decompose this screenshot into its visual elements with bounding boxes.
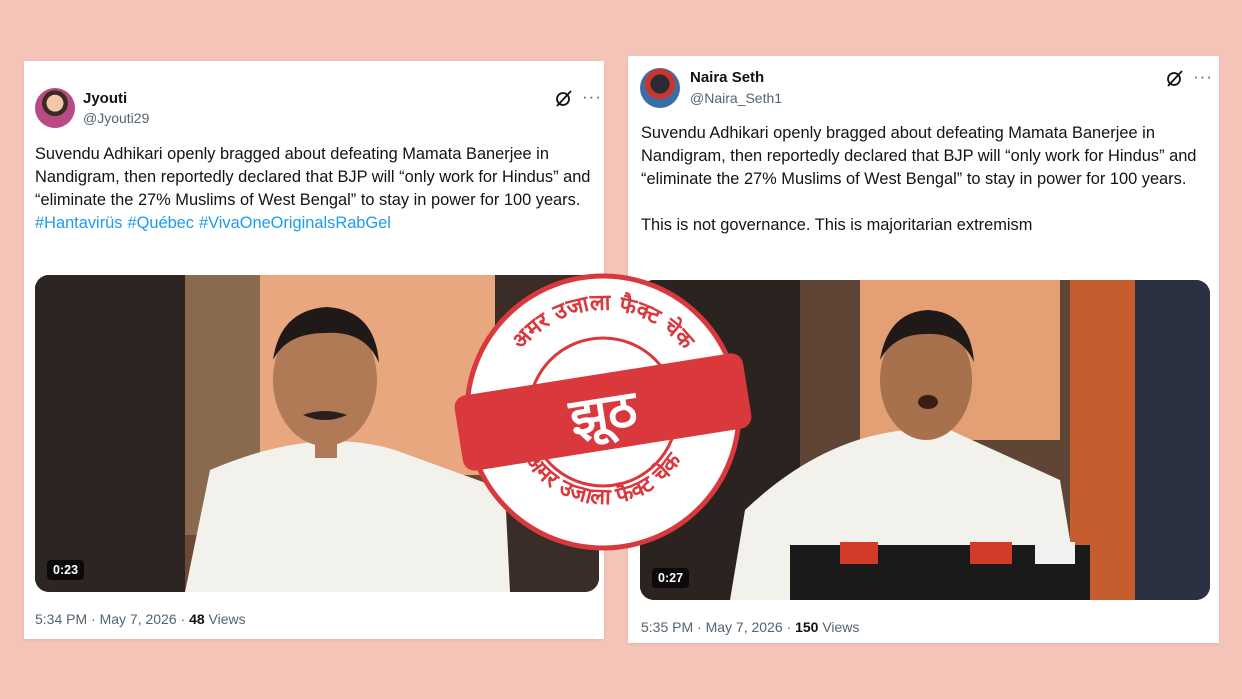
timestamp[interactable]: 5:35 PM · May 7, 2026 ·: [641, 619, 791, 635]
video-duration: 0:23: [47, 560, 85, 580]
author-handle[interactable]: @Jyouti29: [83, 110, 149, 126]
grok-icon[interactable]: [1166, 69, 1184, 87]
tweet-meta: 5:34 PM · May 7, 2026 · 48 Views: [35, 611, 246, 627]
tweet-meta: 5:35 PM · May 7, 2026 · 150 Views: [641, 619, 859, 635]
hashtag-link[interactable]: #VivaOneOriginalsRabGel: [199, 214, 391, 232]
video-duration: 0:27: [652, 568, 690, 588]
timestamp[interactable]: 5:34 PM · May 7, 2026 ·: [35, 611, 185, 627]
hashtag-link[interactable]: #Québec: [127, 214, 194, 232]
views-count: 48: [189, 611, 205, 627]
tweet-text: Suvendu Adhikari openly bragged about de…: [35, 143, 595, 235]
author-name[interactable]: Jyouti: [83, 90, 127, 107]
hashtag-link[interactable]: #Hantavirüs: [35, 214, 122, 232]
views-label: Views: [822, 619, 860, 635]
fact-check-stamp: अमर उजाला फैक्ट चेक अमर उजाला फैक्ट चेक …: [454, 273, 752, 551]
tweet-body: Suvendu Adhikari openly bragged about de…: [35, 145, 591, 209]
views-count: 150: [795, 619, 819, 635]
author-handle[interactable]: @Naira_Seth1: [690, 90, 782, 106]
views-label: Views: [208, 611, 246, 627]
more-icon[interactable]: ···: [1193, 68, 1213, 85]
tweet-body-second: This is not governance. This is majorita…: [641, 216, 1033, 234]
author-name[interactable]: Naira Seth: [690, 69, 764, 86]
more-icon[interactable]: ···: [582, 88, 602, 105]
avatar[interactable]: [640, 68, 680, 108]
avatar[interactable]: [35, 88, 75, 128]
tweet-text: Suvendu Adhikari openly bragged about de…: [641, 122, 1211, 237]
tweet-body: Suvendu Adhikari openly bragged about de…: [641, 124, 1197, 188]
hashtags: #Hantavirüs #Québec #VivaOneOriginalsRabGe…: [35, 212, 595, 235]
grok-icon[interactable]: [555, 89, 573, 107]
